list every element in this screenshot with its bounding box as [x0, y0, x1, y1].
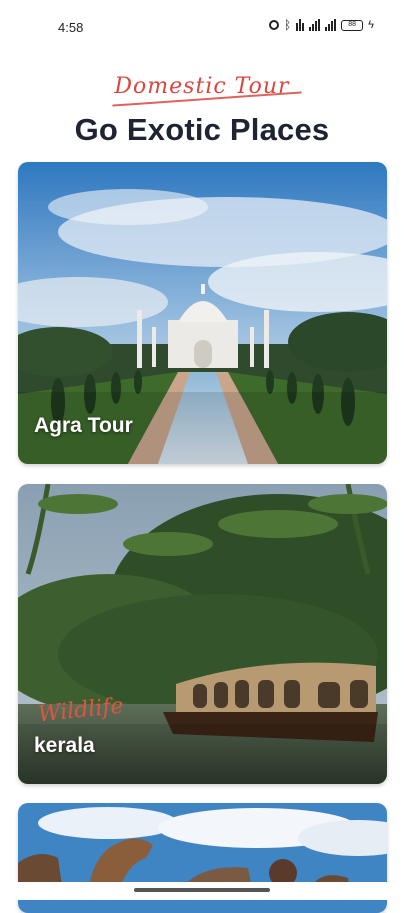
card-label-kerala: kerala — [34, 734, 95, 757]
charging-icon: ϟ — [368, 19, 374, 31]
status-time: 4:58 — [58, 20, 84, 35]
bluetooth-icon: ᛒ — [283, 18, 292, 32]
card-label-agra: Agra Tour — [34, 414, 133, 437]
script-title: Domestic Tour — [114, 74, 290, 99]
cell-signal-icon — [325, 19, 337, 31]
home-indicator[interactable] — [134, 888, 270, 892]
alarm-icon — [268, 20, 279, 30]
status-icons: ᛒ 88 ϟ — [268, 18, 374, 32]
vibrate-icon — [296, 19, 305, 31]
tour-card-agra[interactable]: Agra Tour — [18, 162, 387, 464]
tour-card-kerala[interactable]: Wildlife kerala — [18, 484, 387, 784]
battery-icon: 88 — [341, 19, 364, 31]
wifi-signal-icon — [309, 19, 321, 31]
page-title: Go Exotic Places — [74, 112, 330, 147]
status-bar: 4:58 ᛒ 88 ϟ — [0, 0, 404, 46]
battery-level: 88 — [348, 20, 357, 28]
